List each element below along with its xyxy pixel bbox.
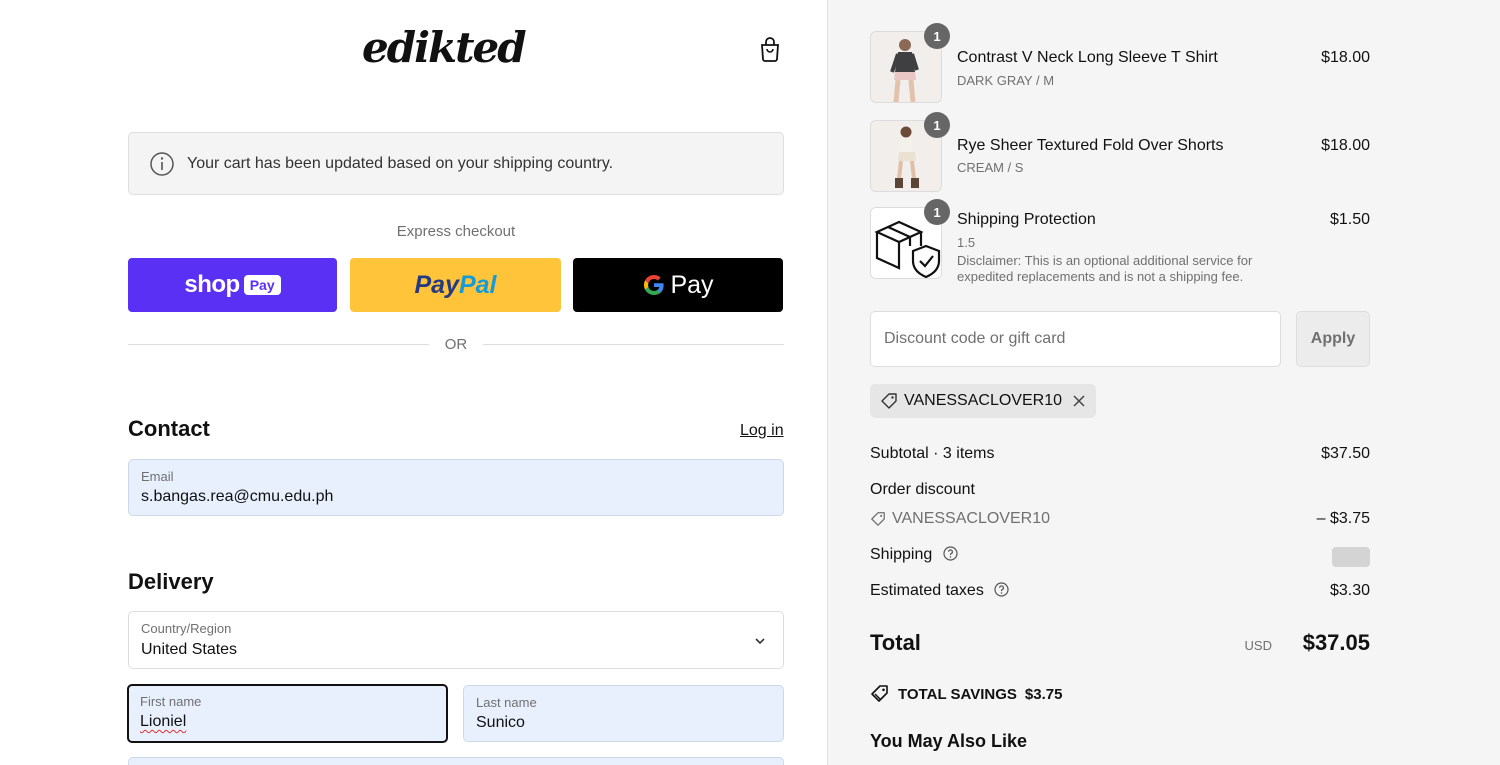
shop-pay-wordmark: shop (184, 271, 240, 298)
order-discount-code-text: VANESSACLOVER10 (892, 510, 1050, 527)
order-discount-code: VANESSACLOVER10 (870, 510, 1050, 528)
checkout-form-panel: edikted Your cart has been updated based… (0, 0, 827, 765)
shop-pay-button[interactable]: shop Pay (128, 258, 337, 312)
log-in-link[interactable]: Log in (740, 422, 784, 440)
close-icon[interactable] (1072, 394, 1086, 408)
total-savings-label: TOTAL SAVINGS (898, 685, 1017, 703)
item-price: $1.50 (1329, 211, 1370, 228)
delivery-heading: Delivery (128, 569, 214, 594)
applied-discount-chip: VANESSACLOVER10 (870, 384, 1096, 418)
express-checkout-label: Express checkout (396, 223, 516, 240)
help-icon[interactable] (943, 546, 958, 561)
notice-text: Your cart has been updated based on your… (187, 154, 614, 172)
divider-line (128, 343, 429, 345)
discount-code-input[interactable]: Discount code or gift card (870, 311, 1281, 367)
or-divider: OR (128, 333, 784, 355)
subtotal-row: Subtotal · 3 items $37.50 (870, 445, 1370, 463)
item-variant: DARK GRAY / M (957, 73, 1055, 88)
order-discount-value: – $3.75 (1316, 510, 1370, 527)
shop-pay-badge: Pay (243, 275, 281, 295)
paypal-wordmark: PayPal (414, 270, 497, 299)
quantity-badge: 1 (924, 23, 950, 49)
shipping-cost-placeholder (1332, 547, 1370, 567)
total-row: Total USD $37.05 (870, 628, 1370, 660)
country-label: Country/Region (141, 621, 232, 636)
email-value: s.bangas.rea@cmu.edu.ph (141, 488, 334, 505)
line-item: 1 Rye Sheer Textured Fold Over Shorts CR… (870, 112, 1370, 192)
taxes-label: Estimated taxes (870, 582, 984, 599)
total-savings: TOTAL SAVINGS $3.75 (870, 684, 1062, 704)
item-name: Shipping Protection (957, 211, 1096, 228)
subtotal-label: Subtotal · 3 items (870, 445, 995, 462)
line-item: 1 Contrast V Neck Long Sleeve T Shirt DA… (870, 23, 1370, 103)
first-name-value: Lioniel (140, 713, 187, 730)
item-name: Rye Sheer Textured Fold Over Shorts (957, 137, 1224, 154)
brand-logo[interactable]: edikted (358, 22, 552, 76)
taxes-row: Estimated taxes $3.30 (870, 582, 1370, 600)
cart-updated-notice: Your cart has been updated based on your… (128, 132, 784, 195)
quantity-badge: 1 (924, 199, 950, 225)
item-variant: CREAM / S (957, 160, 1024, 175)
tag-icon (881, 393, 897, 409)
country-select[interactable]: Country/Region United States (128, 611, 784, 669)
total-savings-value: $3.75 (1024, 685, 1063, 703)
you-may-also-like-heading: You May Also Like (870, 731, 1028, 751)
tag-icon (871, 512, 885, 526)
shipping-row: Shipping (870, 546, 1370, 567)
country-value: United States (141, 641, 238, 658)
item-variant: 1.5 (957, 235, 976, 250)
last-name-value: Sunico (476, 714, 525, 731)
google-g-icon (644, 275, 665, 295)
chevron-down-icon (755, 638, 765, 645)
total-currency: USD (1244, 638, 1272, 653)
tag-icon (871, 685, 888, 702)
subtotal-value: $37.50 (1321, 445, 1370, 462)
google-pay-button[interactable]: Pay (573, 258, 783, 312)
last-name-label: Last name (476, 695, 537, 710)
applied-code-text: VANESSACLOVER10 (904, 392, 1062, 409)
help-icon[interactable] (994, 582, 1009, 597)
address-field[interactable] (128, 757, 784, 765)
email-label: Email (141, 469, 174, 484)
item-price: $18.00 (1321, 137, 1370, 154)
item-price: $18.00 (1321, 49, 1370, 66)
first-name-field[interactable]: First name Lioniel (127, 684, 448, 743)
shipping-label: Shipping (870, 546, 933, 563)
order-discount-row: Order discount (870, 481, 1370, 499)
paypal-button[interactable]: PayPal (350, 258, 561, 312)
svg-text:edikted: edikted (362, 23, 526, 72)
taxes-value: $3.30 (1329, 582, 1370, 599)
contact-heading: Contact (128, 416, 210, 441)
email-field[interactable]: Email s.bangas.rea@cmu.edu.ph (128, 459, 784, 516)
google-pay-wordmark: Pay (670, 270, 714, 299)
total-label: Total (870, 630, 921, 655)
apply-discount-button[interactable]: Apply (1296, 311, 1370, 367)
line-item: 1 Shipping Protection 1.5 Disclaimer: Th… (870, 199, 1370, 287)
quantity-badge: 1 (924, 112, 950, 138)
divider-line (483, 343, 784, 345)
order-discount-label: Order discount (870, 481, 975, 498)
total-amount: $37.05 (1302, 630, 1370, 655)
first-name-label: First name (140, 694, 202, 709)
or-text: OR (444, 335, 468, 353)
info-icon (150, 151, 174, 176)
last-name-field[interactable]: Last name Sunico (463, 685, 784, 742)
shopping-bag-icon[interactable] (758, 36, 782, 62)
item-name: Contrast V Neck Long Sleeve T Shirt (957, 49, 1218, 66)
item-disclaimer: Disclaimer: This is an optional addition… (957, 253, 1253, 284)
